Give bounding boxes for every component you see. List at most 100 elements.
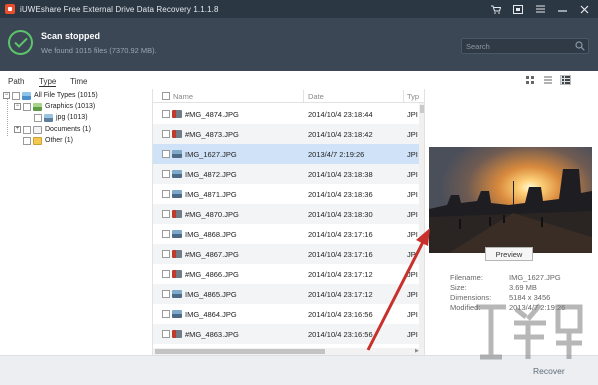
search-input[interactable] [462,39,572,53]
file-date: 2014/10/4 23:18:38 [308,170,373,179]
row-checkbox[interactable] [162,330,170,338]
table-row[interactable]: #MG_4870.JPG 2014/10/4 23:18:30 JPI [153,204,419,224]
file-type: JPI [407,310,418,319]
drive-icon [22,91,31,100]
file-date: 2014/10/4 23:18:30 [308,210,373,219]
tree-node-jpg[interactable]: jpg (1013) [34,112,88,123]
tree-node-documents[interactable]: + Documents (1) [14,124,91,135]
table-row[interactable]: IMG_4868.JPG 2014/10/4 23:17:16 JPI [153,224,419,244]
tree-node-all-file-types[interactable]: − All File Types (1015) [3,90,98,101]
list-view-icon[interactable] [542,75,553,85]
preview-image [429,147,592,253]
tree-checkbox[interactable] [34,113,42,122]
tab-time[interactable]: Time [70,77,87,86]
tree-checkbox[interactable] [23,136,31,145]
scan-status-header: Scan stopped We found 1015 files (7370.9… [0,18,598,71]
deleted-image-icon [172,270,182,278]
tree-label: All File Types (1015) [34,92,98,99]
tree-checkbox[interactable] [12,91,20,100]
row-checkbox[interactable] [162,270,170,278]
search-icon[interactable] [575,41,585,53]
detail-view-icon[interactable] [560,75,571,85]
row-checkbox[interactable] [162,210,170,218]
row-checkbox[interactable] [162,290,170,298]
file-type: JPI [407,190,418,199]
file-name: IMG_4872.JPG [185,170,237,179]
tab-type[interactable]: Type [39,77,57,87]
image-folder-icon [33,102,42,111]
row-checkbox[interactable] [162,150,170,158]
deleted-image-icon [172,210,182,218]
tree-checkbox[interactable] [23,102,31,111]
app-logo-icon [5,4,15,14]
status-title: Scan stopped [41,31,101,41]
file-date: 2014/10/4 23:16:56 [308,310,373,319]
image-icon [172,230,182,238]
file-type: JPI [407,130,418,139]
file-date: 2014/10/4 23:17:16 [308,250,373,259]
scroll-right-arrow-icon[interactable]: ▶ [415,348,419,354]
jpg-file-icon [44,113,53,122]
deleted-image-icon [172,250,182,258]
table-row[interactable]: IMG_4864.JPG 2014/10/4 23:16:56 JPI [153,304,419,324]
file-date: 2014/10/4 23:18:42 [308,130,373,139]
close-icon[interactable] [574,2,594,16]
file-type: JPI [407,150,418,159]
row-checkbox[interactable] [162,310,170,318]
file-list: Name Date Typ #MG_4874.JPG 2014/10/4 23:… [152,89,425,355]
collapse-icon[interactable]: − [14,103,21,110]
table-row[interactable]: IMG_4871.JPG 2014/10/4 23:18:36 JPI [153,184,419,204]
tree-node-graphics[interactable]: − Graphics (1013) [14,101,95,112]
file-name: #MG_4870.JPG [185,210,239,219]
tree-node-other[interactable]: Other (1) [23,135,73,146]
tab-path[interactable]: Path [8,77,24,86]
file-name: #MG_4873.JPG [185,130,239,139]
row-checkbox[interactable] [162,230,170,238]
menu-icon[interactable] [530,2,550,16]
table-row[interactable]: IMG_4872.JPG 2014/10/4 23:18:38 JPI [153,164,419,184]
table-row[interactable]: #MG_4867.JPG 2014/10/4 23:17:16 JPI [153,244,419,264]
deleted-image-icon [172,110,182,118]
tree-label: jpg (1013) [56,114,88,121]
expand-icon[interactable]: + [14,126,21,133]
table-row-selected[interactable]: IMG_1627.JPG 2013/4/7 2:19:26 JPI [153,144,419,164]
table-row[interactable]: #MG_4866.JPG 2014/10/4 23:17:12 JPI [153,264,419,284]
row-checkbox[interactable] [162,250,170,258]
register-icon[interactable] [508,2,528,16]
collapse-icon[interactable]: − [3,92,10,99]
tree-label: Other (1) [45,137,74,144]
file-date: 2014/10/4 23:18:44 [308,110,373,119]
cart-icon[interactable] [486,2,506,16]
file-name: #MG_4874.JPG [185,110,239,119]
minimize-icon[interactable] [552,2,572,16]
search-box[interactable] [461,38,589,54]
horizontal-scroll-thumb[interactable] [155,349,325,354]
file-name: #MG_4867.JPG [185,250,239,259]
column-type[interactable]: Typ [407,92,419,101]
select-all-checkbox[interactable] [162,92,170,100]
file-date: 2014/10/4 23:17:16 [308,230,373,239]
tree-checkbox[interactable] [23,125,31,134]
table-row[interactable]: #MG_4863.JPG 2014/10/4 23:16:56 JPI [153,324,419,344]
column-name[interactable]: Name [173,92,193,101]
filename-label: Filename: [450,273,483,282]
size-label: Size: [450,283,467,292]
file-name: IMG_1627.JPG [185,150,237,159]
file-name: #MG_4866.JPG [185,270,239,279]
horizontal-scrollbar[interactable]: ▶ [153,348,425,355]
row-checkbox[interactable] [162,190,170,198]
grid-view-icon[interactable] [524,75,535,85]
column-date[interactable]: Date [308,92,324,101]
file-name: IMG_4864.JPG [185,310,237,319]
table-row[interactable]: IMG_4865.JPG 2014/10/4 23:17:12 JPI [153,284,419,304]
window-title: iUWEshare Free External Drive Data Recov… [20,4,219,14]
preview-button[interactable]: Preview [485,247,533,261]
table-row[interactable]: #MG_4874.JPG 2014/10/4 23:18:44 JPI [153,104,419,124]
file-date: 2014/10/4 23:17:12 [308,270,373,279]
file-type: JPI [407,270,418,279]
row-checkbox[interactable] [162,130,170,138]
row-checkbox[interactable] [162,110,170,118]
file-type: JPI [407,230,418,239]
table-row[interactable]: #MG_4873.JPG 2014/10/4 23:18:42 JPI [153,124,419,144]
row-checkbox[interactable] [162,170,170,178]
